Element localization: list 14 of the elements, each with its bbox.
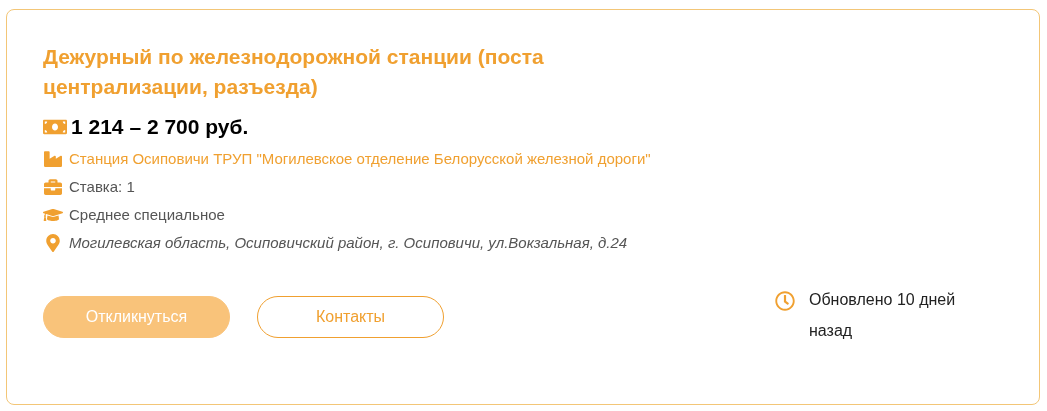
map-pin-icon — [43, 234, 63, 252]
briefcase-icon — [43, 178, 63, 196]
factory-icon — [43, 150, 63, 168]
company-link[interactable]: Станция Осиповичи ТРУП "Могилевское отделение Белорусской железной дороги" — [69, 147, 651, 171]
respond-button[interactable]: Откликнуться — [43, 295, 230, 338]
rate-text: Ставка: 1 — [69, 176, 135, 197]
address-text: Могилевская область, Осиповичский район, г. Осиповичи, ул.Вокзальная, д.24 — [69, 232, 628, 253]
salary-text: 1 214 – 2 700 руб. — [71, 114, 249, 140]
vacancy-title[interactable]: Дежурный по железнодорожной станции (поста централизации, разъезда) — [43, 42, 643, 102]
education-text: Среднее специальное — [69, 204, 225, 225]
updated-text: Обновлено 10 дней назад — [809, 289, 957, 341]
graduation-cap-icon — [43, 206, 63, 224]
contacts-button[interactable]: Контакты — [257, 295, 444, 338]
clock-icon — [775, 290, 795, 311]
